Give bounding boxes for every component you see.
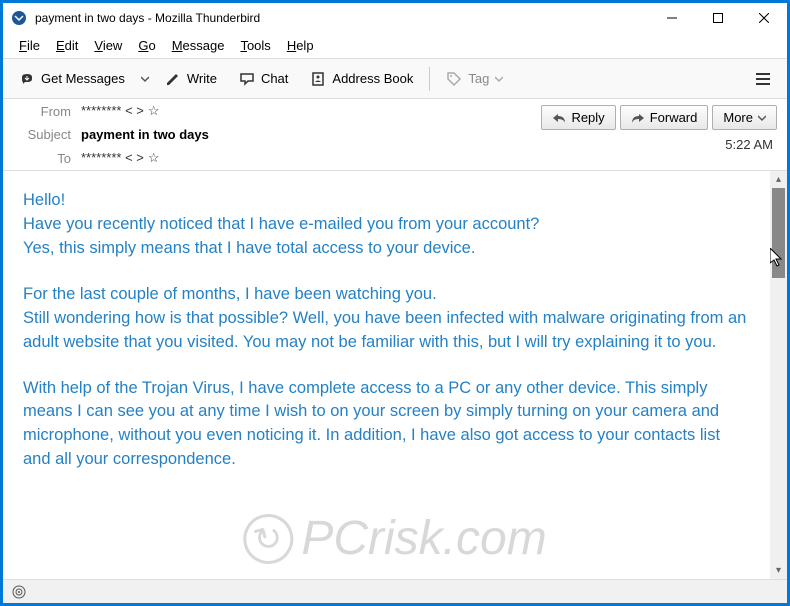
address-book-button[interactable]: Address Book: [300, 65, 423, 93]
chevron-down-icon: [495, 75, 503, 83]
star-icon[interactable]: ☆: [148, 103, 160, 118]
message-body-container: Hello! Have you recently noticed that I …: [3, 171, 787, 579]
chat-label: Chat: [261, 71, 288, 86]
forward-button[interactable]: Forward: [620, 105, 709, 130]
reply-button[interactable]: Reply: [541, 105, 615, 130]
to-value: ******** < >☆: [81, 150, 775, 166]
to-label: To: [15, 151, 71, 166]
titlebar: payment in two days - Mozilla Thunderbir…: [3, 3, 787, 33]
message-body: Hello! Have you recently noticed that I …: [3, 171, 770, 579]
message-actions: Reply Forward More: [541, 105, 777, 130]
more-button[interactable]: More: [712, 105, 777, 130]
toolbar: Get Messages Write Chat Address Book Tag: [3, 59, 787, 99]
get-messages-label: Get Messages: [41, 71, 125, 86]
pencil-icon: [165, 71, 181, 87]
star-icon[interactable]: ☆: [148, 150, 160, 165]
address-book-icon: [310, 71, 326, 87]
close-button[interactable]: [741, 3, 787, 33]
chat-button[interactable]: Chat: [229, 65, 298, 93]
toolbar-separator: [429, 67, 430, 91]
get-messages-dropdown[interactable]: [137, 69, 153, 89]
body-paragraph: Hello! Have you recently noticed that I …: [23, 189, 750, 261]
window-controls: [649, 3, 787, 33]
timestamp: 5:22 AM: [725, 137, 773, 152]
get-messages-button[interactable]: Get Messages: [9, 65, 135, 93]
reply-label: Reply: [571, 110, 604, 125]
menu-help[interactable]: Help: [279, 35, 322, 56]
scroll-down-button[interactable]: ▾: [770, 562, 787, 579]
app-menu-button[interactable]: [745, 65, 781, 93]
message-header: From ******** < >☆ Subject payment in tw…: [3, 99, 787, 171]
write-button[interactable]: Write: [155, 65, 227, 93]
menu-view[interactable]: View: [86, 35, 130, 56]
statusbar: [3, 579, 787, 603]
from-label: From: [15, 104, 71, 119]
menu-file[interactable]: File: [11, 35, 48, 56]
scrollbar[interactable]: ▴ ▾: [770, 171, 787, 579]
chevron-down-icon: [758, 114, 766, 122]
menu-tools[interactable]: Tools: [232, 35, 278, 56]
scroll-up-button[interactable]: ▴: [770, 171, 787, 188]
write-label: Write: [187, 71, 217, 86]
menubar: File Edit View Go Message Tools Help: [3, 33, 787, 59]
tag-label: Tag: [468, 71, 489, 86]
tag-icon: [446, 71, 462, 87]
app-icon: [11, 10, 27, 26]
chat-icon: [239, 71, 255, 87]
window-title: payment in two days - Mozilla Thunderbir…: [35, 11, 649, 25]
reply-icon: [552, 112, 566, 124]
menu-message[interactable]: Message: [164, 35, 233, 56]
tag-button[interactable]: Tag: [436, 65, 513, 93]
menu-edit[interactable]: Edit: [48, 35, 86, 56]
app-window: payment in two days - Mozilla Thunderbir…: [3, 3, 787, 603]
status-icon[interactable]: [11, 584, 27, 600]
address-book-label: Address Book: [332, 71, 413, 86]
subject-label: Subject: [15, 127, 71, 142]
download-icon: [19, 71, 35, 87]
body-paragraph: With help of the Trojan Virus, I have co…: [23, 377, 750, 473]
more-label: More: [723, 110, 753, 125]
maximize-button[interactable]: [695, 3, 741, 33]
scroll-thumb[interactable]: [772, 188, 785, 278]
minimize-button[interactable]: [649, 3, 695, 33]
body-paragraph: For the last couple of months, I have be…: [23, 283, 750, 355]
menu-go[interactable]: Go: [130, 35, 163, 56]
forward-label: Forward: [650, 110, 698, 125]
forward-icon: [631, 112, 645, 124]
